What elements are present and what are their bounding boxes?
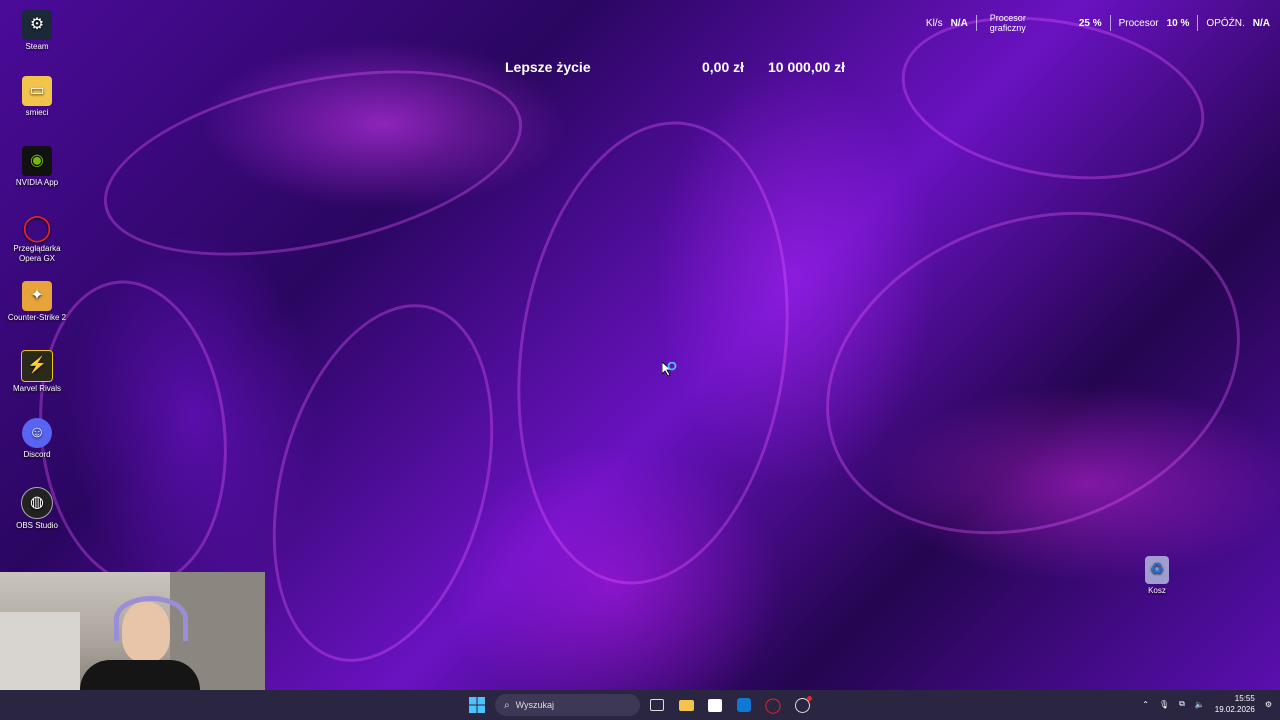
cpu-value: 10 % (1166, 17, 1190, 29)
desktop-icon-counter-strike[interactable]: ✦ Counter-Strike 2 (2, 281, 72, 323)
gpu-label: Procesor graficzny (989, 13, 1026, 33)
wallpaper-swirl (780, 156, 1280, 590)
wallpaper-swirl (488, 103, 818, 603)
recycle-bin-icon: ♻ (1145, 556, 1169, 584)
desktop-icon-label: Counter-Strike 2 (7, 313, 67, 322)
microphone-icon[interactable]: 🎙 (1159, 700, 1169, 709)
taskbar-app-active[interactable] (791, 695, 813, 715)
task-view-icon (650, 699, 664, 711)
fps-label: Kl/s (925, 17, 943, 29)
wallpaper-swirl (236, 279, 530, 687)
goal-title: Lepsze życie (505, 59, 591, 75)
counter-strike-icon: ✦ (22, 281, 52, 311)
search-icon: ⌕ (504, 699, 510, 711)
latency-value: N/A (1252, 17, 1270, 29)
steam-icon: ⚙ (22, 10, 52, 40)
mouse-cursor (661, 361, 682, 383)
search-placeholder: Wyszukaj (515, 700, 555, 710)
desktop-icon-label: Przeglądarka Opera GX (13, 244, 61, 263)
microsoft-store-icon (708, 698, 722, 712)
donation-goal-widget: Lepsze życie 0,00 zł 10 000,00 zł (495, 55, 865, 79)
folder-icon: ▭ (22, 76, 52, 106)
show-hidden-icons-chevron-icon[interactable]: ⌃ (1142, 700, 1149, 709)
desktop-icon-label: Marvel Rivals (12, 384, 61, 393)
fps-value: N/A (950, 17, 968, 29)
file-explorer-icon (678, 699, 694, 711)
goal-target-amount: 10 000,00 zł (768, 59, 846, 75)
headset-icon (114, 596, 188, 641)
taskbar-search-box[interactable]: ⌕ Wyszukaj (495, 694, 640, 716)
goal-current-amount: 0,00 zł (702, 59, 745, 75)
clock-date: 19.02.2026 (1214, 705, 1255, 714)
marvel-rivals-icon: ⚡ (21, 350, 53, 382)
obs-icon: ◍ (21, 487, 53, 519)
windows-logo-icon (469, 697, 485, 713)
start-button[interactable] (466, 695, 488, 715)
task-view-button[interactable] (646, 695, 668, 715)
volume-icon[interactable]: 🔈 (1195, 700, 1205, 709)
desktop-icon-label: OBS Studio (16, 521, 58, 530)
taskbar-clock[interactable]: 15:55 19.02.2026 (1215, 693, 1255, 715)
desktop-icon-steam[interactable]: ⚙ Steam (2, 10, 72, 52)
cpu-label: Procesor (1118, 17, 1159, 29)
taskbar-opera-gx[interactable]: ◯ (762, 695, 784, 715)
taskbar: ⌕ Wyszukaj ◯ ⌃ 🎙 ⧉ 🔈 15:55 19.02.2026 ⚙ (0, 690, 1280, 720)
latency-label: OPÓŹN. (1206, 17, 1245, 29)
desktop-icon-smieci[interactable]: ▭ smieci (2, 76, 72, 118)
gpu-value: 25 % (1078, 17, 1102, 29)
desktop-icon-label: Kosz (1148, 586, 1166, 595)
nvidia-icon: ◉ (22, 146, 52, 176)
clock-time: 15:55 (1234, 694, 1255, 703)
performance-overlay: Kl/s N/A Procesor graficzny 25 % Proceso… (926, 8, 1280, 38)
desktop-icon-recycle-bin[interactable]: ♻ Kosz (1122, 556, 1192, 596)
divider (1109, 15, 1111, 31)
busy-cursor-icon (661, 361, 677, 377)
wallpaper-swirl (87, 37, 539, 289)
taskbar-outlook[interactable] (733, 695, 755, 715)
desktop-icon-nvidia-app[interactable]: ◉ NVIDIA App (2, 146, 72, 188)
discord-icon: ☺ (22, 418, 52, 448)
system-tray: ⌃ 🎙 ⧉ 🔈 15:55 19.02.2026 ⚙ (1142, 693, 1272, 715)
taskbar-microsoft-store[interactable] (704, 695, 726, 715)
desktop-icon-opera-gx[interactable]: ◯ Przeglądarka Opera GX (2, 212, 72, 264)
desktop-icon-obs-studio[interactable]: ◍ OBS Studio (2, 487, 72, 531)
opera-gx-icon: ◯ (764, 697, 782, 714)
desktop-icon-label: NVIDIA App (15, 178, 59, 187)
desktop-icon-marvel-rivals[interactable]: ⚡ Marvel Rivals (2, 350, 72, 394)
network-icon[interactable]: ⧉ (1179, 699, 1185, 709)
desktop-icon-label: Discord (23, 450, 51, 459)
taskbar-file-explorer[interactable] (675, 695, 697, 715)
notification-center-icon[interactable]: ⚙ (1265, 700, 1272, 709)
desktop-icon-label: smieci (25, 108, 49, 117)
desktop-icon-discord[interactable]: ☺ Discord (2, 418, 72, 460)
divider (1197, 15, 1199, 31)
divider (975, 15, 977, 31)
opera-gx-icon: ◯ (22, 212, 52, 242)
outlook-icon (737, 698, 751, 712)
notification-badge (807, 696, 812, 701)
desktop-icon-label: Steam (25, 42, 49, 51)
